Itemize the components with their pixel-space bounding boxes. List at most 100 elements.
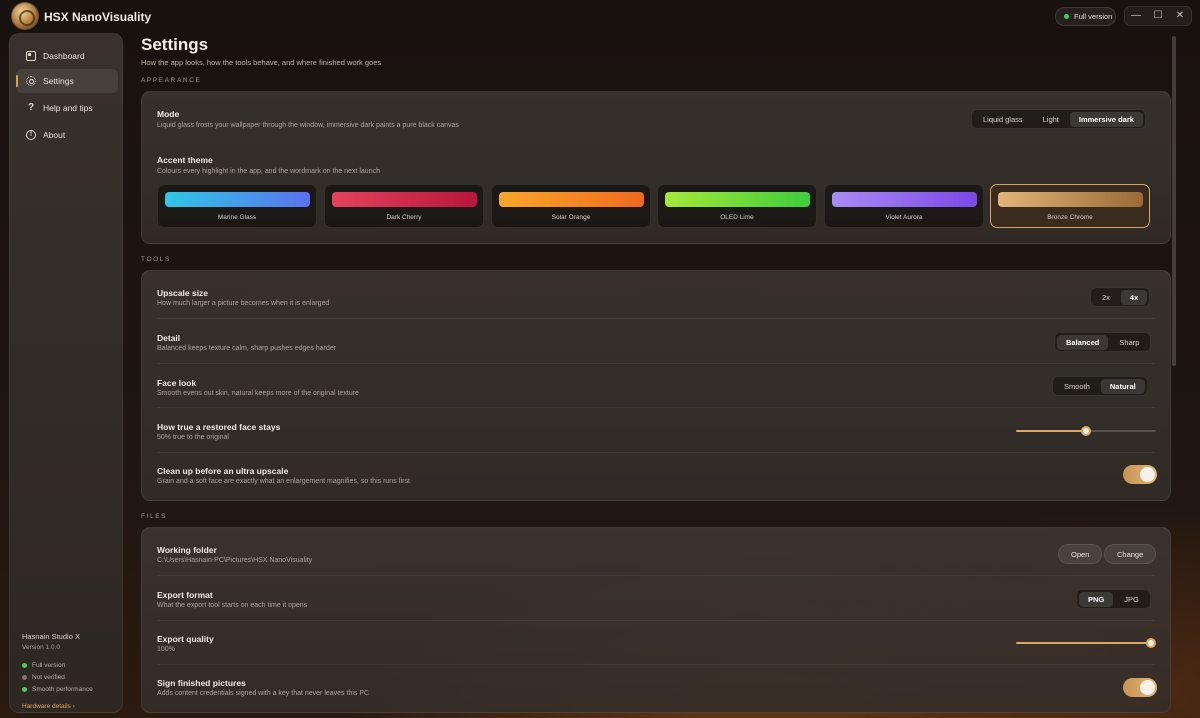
change-folder-button[interactable]: Change (1104, 544, 1157, 564)
swatch-color-bar (998, 192, 1143, 207)
status-row: Smooth performance (22, 683, 118, 695)
sidebar-item-help[interactable]: ? Help and tips (16, 96, 118, 120)
export-quality-title: Export quality (157, 634, 214, 644)
title-bar: HSX NanoVisuality Full version — ☐ ✕ (0, 0, 1200, 32)
sign-desc: Adds content credentials signed with a k… (157, 690, 370, 697)
face-fidelity-title: How true a restored face stays (157, 422, 281, 432)
sidebar-item-label: Help and tips (43, 103, 93, 113)
mode-title: Mode (157, 109, 180, 119)
divider (157, 575, 1155, 576)
app-name: HSX NanoVisuality (44, 10, 152, 24)
mode-option-liquid-glass[interactable]: Liquid glass (974, 112, 1032, 127)
dashboard-icon (26, 51, 36, 61)
face-look-desc: Smooth evens out skin, natural keeps mor… (157, 390, 359, 397)
swatch-name: Marine Glass (217, 214, 257, 221)
divider (157, 318, 1155, 319)
help-icon: ? (27, 102, 35, 113)
page-subtitle: How the app looks, how the tools behave,… (141, 58, 382, 67)
mode-option-immersive-dark[interactable]: Immersive dark (1069, 111, 1143, 127)
face-look-option-natural[interactable]: Natural (1100, 378, 1145, 394)
status-label: Smooth performance (32, 685, 93, 693)
working-folder-title: Working folder (157, 545, 217, 555)
gear-icon (26, 76, 36, 86)
slider-fill (1016, 642, 1151, 644)
accent-swatch-selected[interactable]: Bronze Chrome (990, 184, 1150, 228)
detail-option-sharp[interactable]: Sharp (1110, 335, 1148, 350)
scrollbar[interactable] (1172, 36, 1176, 366)
detail-title: Detail (157, 333, 181, 343)
open-folder-button[interactable]: Open (1058, 544, 1103, 564)
divider (157, 407, 1155, 408)
upscale-option-4x[interactable]: 4x (1120, 289, 1148, 305)
studio-name: Hasnain Studio X (22, 632, 80, 641)
slider-thumb[interactable] (1081, 426, 1091, 436)
working-folder-path: C:\Users\Hasnain-PC\Pictures\HSX NanoVis… (157, 557, 313, 564)
mode-segmented-control: Liquid glass Light Immersive dark (971, 109, 1146, 129)
swatch-color-bar (332, 192, 477, 207)
files-card: Working folder C:\Users\Hasnain-PC\Pictu… (141, 527, 1171, 713)
divider (157, 664, 1155, 665)
cleanup-title: Clean up before an ultra upscale (157, 466, 289, 476)
status-row: Not verified (22, 671, 118, 683)
swatch-name: Solar Orange (551, 214, 591, 221)
section-label-tools: TOOLS (141, 256, 171, 263)
accent-swatch[interactable]: Marine Glass (157, 184, 317, 228)
export-format-desc: What the export tool starts on each time… (157, 602, 308, 609)
sidebar-item-dashboard[interactable]: Dashboard (16, 44, 118, 68)
export-format-option-png[interactable]: PNG (1079, 591, 1114, 607)
sidebar-item-label: About (43, 130, 66, 140)
cleanup-toggle[interactable] (1123, 465, 1157, 484)
version-badge[interactable]: Full version (1055, 7, 1116, 26)
face-look-option-smooth[interactable]: Smooth (1055, 379, 1099, 394)
status-label: Not verified (32, 673, 65, 681)
maximize-icon[interactable]: ☐ (1149, 7, 1167, 25)
sidebar-item-label: Dashboard (43, 51, 85, 61)
divider (157, 363, 1155, 364)
accent-swatch[interactable]: Dark Cherry (324, 184, 484, 228)
sign-toggle[interactable] (1123, 678, 1157, 697)
mode-option-light[interactable]: Light (1034, 112, 1068, 127)
export-quality-desc: 100% (157, 646, 175, 653)
close-icon[interactable]: ✕ (1171, 7, 1189, 25)
appearance-card: Mode Liquid glass frosts your wallpaper … (141, 91, 1171, 244)
export-format-option-jpg[interactable]: JPG (1115, 592, 1148, 607)
status-dot-icon (22, 674, 27, 680)
detail-option-balanced[interactable]: Balanced (1057, 334, 1109, 350)
window-controls: — ☐ ✕ (1124, 6, 1192, 26)
swatch-name: OLED Lime (720, 214, 754, 221)
swatch-color-bar (165, 192, 310, 207)
sidebar: Dashboard Settings ? Help and tips ! Abo… (9, 33, 123, 713)
swatch-name: Dark Cherry (386, 214, 422, 221)
info-icon: ! (26, 130, 36, 140)
face-look-title: Face look (157, 378, 197, 388)
page-title: Settings (141, 35, 209, 54)
export-format-title: Export format (157, 590, 213, 600)
accent-swatch[interactable]: OLED Lime (657, 184, 817, 228)
app-logo-icon (12, 3, 38, 29)
toggle-knob (1140, 467, 1155, 482)
export-format-segmented-control: PNG JPG (1076, 589, 1151, 609)
sidebar-item-about[interactable]: ! About (16, 123, 118, 147)
status-dot-icon (1064, 14, 1069, 19)
slider-fill (1016, 430, 1086, 432)
slider-thumb[interactable] (1146, 638, 1156, 648)
upscale-option-2x[interactable]: 2x (1093, 290, 1119, 305)
status-label: Full version (32, 661, 66, 669)
minimize-icon[interactable]: — (1127, 7, 1145, 25)
cleanup-desc: Grain and a soft face are exactly what a… (157, 478, 410, 485)
divider (157, 452, 1155, 453)
face-look-segmented-control: Smooth Natural (1052, 376, 1148, 396)
hardware-details-link[interactable]: Hardware details › (22, 703, 118, 710)
export-quality-slider[interactable] (1016, 638, 1156, 648)
swatch-color-bar (832, 192, 977, 207)
accent-swatch[interactable]: Violet Aurora (824, 184, 984, 228)
accent-swatch[interactable]: Solar Orange (491, 184, 651, 228)
section-label-files: FILES (141, 513, 168, 520)
tools-card: Upscale size How much larger a picture b… (141, 270, 1171, 501)
swatch-color-bar (499, 192, 644, 207)
sidebar-item-settings[interactable]: Settings (16, 69, 118, 93)
face-fidelity-slider[interactable] (1016, 426, 1156, 436)
swatch-name: Bronze Chrome (1047, 214, 1093, 221)
detail-segmented-control: Balanced Sharp (1054, 332, 1152, 352)
sidebar-footer: Hasnain Studio X Version 1.0.0 Full vers… (22, 632, 118, 710)
